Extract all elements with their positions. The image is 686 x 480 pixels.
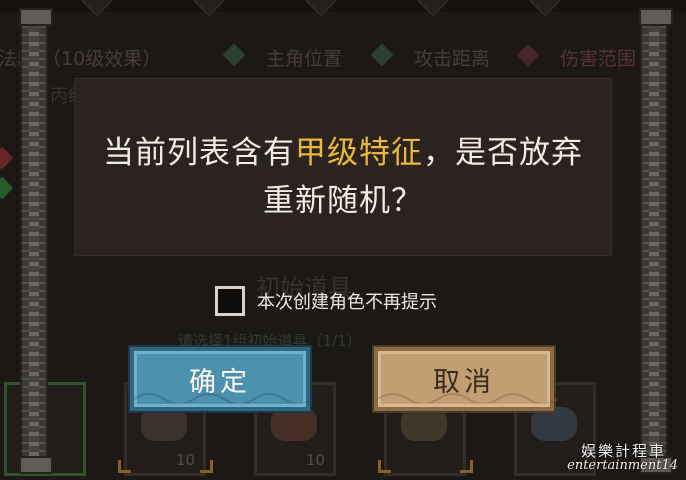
message-highlight: 甲级特征 bbox=[295, 135, 423, 171]
cancel-button[interactable]: 取消 bbox=[374, 347, 558, 411]
dont-remind-label[interactable]: 本次创建角色不再提示 bbox=[257, 288, 437, 314]
confirm-button-label: 确定 bbox=[189, 366, 251, 398]
confirm-dialog-message-panel: 当前列表含有甲级特征，是否放弃 重新随机？ bbox=[74, 78, 612, 256]
dont-remind-checkbox-row[interactable]: 本次创建角色不再提示 bbox=[215, 285, 437, 317]
cancel-button-label: 取消 bbox=[433, 366, 495, 398]
confirm-button[interactable]: 确定 bbox=[130, 347, 314, 411]
message-text: 当前列表含有 bbox=[103, 135, 295, 171]
watermark-handle: entertainment14 bbox=[567, 458, 678, 473]
dont-remind-checkbox[interactable] bbox=[215, 286, 245, 316]
dialog-message-line1: 当前列表含有甲级特征，是否放弃 bbox=[75, 127, 611, 172]
dialog-message-line2: 重新随机？ bbox=[263, 183, 423, 219]
message-text: ，是否放弃 bbox=[423, 135, 583, 171]
